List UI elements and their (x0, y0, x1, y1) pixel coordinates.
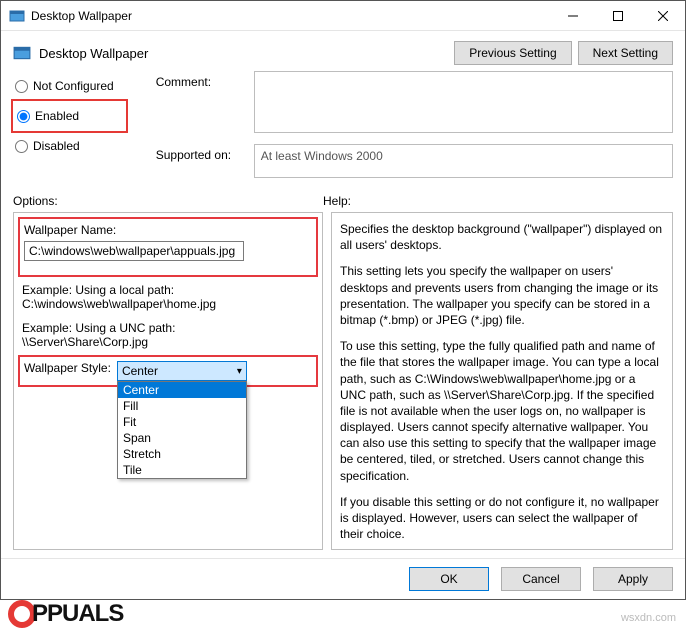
source-watermark: wsxdn.com (621, 612, 676, 624)
policy-editor-window: Desktop Wallpaper Desktop Wallpaper Prev… (0, 0, 686, 600)
help-panel: Specifies the desktop background ("wallp… (331, 212, 673, 550)
wallpaper-name-block: Wallpaper Name: C:\windows\web\wallpaper… (24, 223, 312, 261)
radio-disabled[interactable]: Disabled (13, 137, 116, 155)
footer: OK Cancel Apply (1, 558, 685, 599)
titlebar: Desktop Wallpaper (1, 1, 685, 31)
example-unc: Example: Using a UNC path: \\Server\Shar… (22, 321, 314, 349)
maximize-button[interactable] (595, 1, 640, 31)
combo-option-span[interactable]: Span (118, 430, 246, 446)
combo-selected[interactable]: Center ▾ (117, 361, 247, 381)
combo-option-fit[interactable]: Fit (118, 414, 246, 430)
policy-title: Desktop Wallpaper (39, 46, 448, 61)
next-setting-button[interactable]: Next Setting (578, 41, 673, 65)
wallpaper-style-label: Wallpaper Style: (24, 361, 111, 375)
help-p1: Specifies the desktop background ("wallp… (340, 221, 664, 253)
config-area: Not Configured Enabled Disabled Comment:… (1, 69, 685, 188)
wallpaper-name-label: Wallpaper Name: (24, 223, 312, 237)
comment-label: Comment: (156, 71, 246, 136)
chevron-down-icon: ▾ (237, 366, 242, 377)
combo-option-fill[interactable]: Fill (118, 398, 246, 414)
state-radio-group: Not Configured Enabled Disabled (13, 71, 116, 155)
combo-option-center[interactable]: Center (118, 382, 246, 398)
policy-icon (13, 44, 31, 62)
section-labels: Options: Help: (1, 188, 685, 212)
help-p4: If you disable this setting or do not co… (340, 494, 664, 543)
cancel-button[interactable]: Cancel (501, 567, 581, 591)
app-icon (9, 8, 25, 24)
radio-not-configured[interactable]: Not Configured (13, 77, 116, 95)
options-panel: Wallpaper Name: C:\windows\web\wallpaper… (13, 212, 323, 550)
supported-label: Supported on: (156, 144, 246, 178)
supported-on-text: At least Windows 2000 (254, 144, 673, 178)
window-title: Desktop Wallpaper (31, 9, 550, 23)
header: Desktop Wallpaper Previous Setting Next … (1, 31, 685, 69)
previous-setting-button[interactable]: Previous Setting (454, 41, 571, 65)
ok-button[interactable]: OK (409, 567, 489, 591)
wallpaper-name-input[interactable]: C:\windows\web\wallpaper\appuals.jpg (24, 241, 244, 261)
combo-dropdown: Center Fill Fit Span Stretch Tile (117, 381, 247, 479)
help-p3: To use this setting, type the fully qual… (340, 338, 664, 484)
comment-textarea[interactable] (254, 71, 673, 133)
help-heading: Help: (323, 194, 351, 208)
close-button[interactable] (640, 1, 685, 31)
options-heading: Options: (13, 194, 323, 208)
combo-option-stretch[interactable]: Stretch (118, 446, 246, 462)
help-p2: This setting lets you specify the wallpa… (340, 263, 664, 328)
combo-option-tile[interactable]: Tile (118, 462, 246, 478)
apply-button[interactable]: Apply (593, 567, 673, 591)
radio-enabled[interactable]: Enabled (15, 107, 114, 125)
example-local: Example: Using a local path: C:\windows\… (22, 283, 314, 311)
wallpaper-style-combo[interactable]: Center ▾ Center Fill Fit Span Stretch Ti… (117, 361, 247, 381)
minimize-button[interactable] (550, 1, 595, 31)
watermark-logo: PPUALS (8, 600, 123, 628)
